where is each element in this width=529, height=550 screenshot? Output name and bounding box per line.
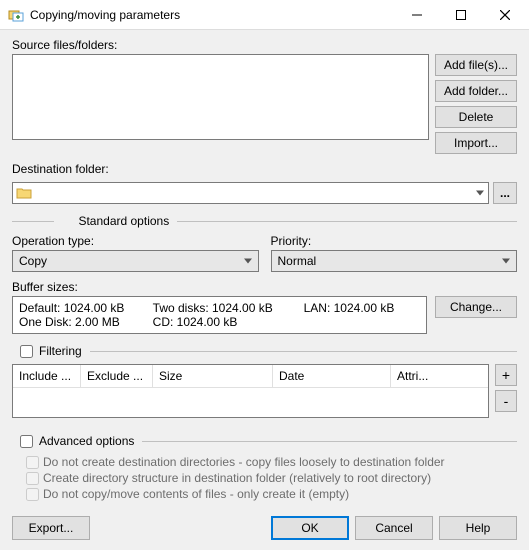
add-folder-button[interactable]: Add folder...	[435, 80, 517, 102]
advanced-header: Advanced options	[12, 434, 517, 448]
minimize-button[interactable]	[395, 1, 439, 29]
window-title: Copying/moving parameters	[30, 8, 395, 22]
chevron-down-icon	[476, 191, 484, 196]
standard-options-header: Standard options	[12, 214, 517, 228]
operation-type-label: Operation type:	[12, 234, 259, 248]
priority-label: Priority:	[271, 234, 518, 248]
chevron-down-icon	[244, 259, 252, 264]
browse-button[interactable]: ...	[493, 182, 517, 204]
filtering-header: Filtering	[12, 344, 517, 358]
adv-opt2-checkbox	[26, 472, 39, 485]
folder-icon	[16, 186, 32, 200]
change-buffer-button[interactable]: Change...	[435, 296, 517, 318]
buffer-sizes-label: Buffer sizes:	[12, 280, 517, 294]
buffer-sizes-box: Default: 1024.00 kB Two disks: 1024.00 k…	[12, 296, 427, 334]
advanced-checkbox[interactable]	[20, 435, 33, 448]
maximize-button[interactable]	[439, 1, 483, 29]
col-date[interactable]: Date	[273, 365, 391, 387]
source-listbox[interactable]	[12, 54, 429, 140]
titlebar: Copying/moving parameters	[0, 0, 529, 30]
ok-button[interactable]: OK	[271, 516, 349, 540]
adv-opt1-checkbox	[26, 456, 39, 469]
col-attri[interactable]: Attri...	[391, 365, 488, 387]
delete-button[interactable]: Delete	[435, 106, 517, 128]
col-include[interactable]: Include ...	[13, 365, 81, 387]
operation-type-select[interactable]: Copy	[12, 250, 259, 272]
export-button[interactable]: Export...	[12, 516, 90, 540]
col-size[interactable]: Size	[153, 365, 273, 387]
help-button[interactable]: Help	[439, 516, 517, 540]
adv-opt1-label: Do not create destination directories - …	[43, 455, 445, 469]
priority-select[interactable]: Normal	[271, 250, 518, 272]
destination-combo[interactable]	[12, 182, 489, 204]
chevron-down-icon	[502, 259, 510, 264]
close-button[interactable]	[483, 1, 527, 29]
remove-filter-button[interactable]: -	[495, 390, 517, 412]
add-filter-button[interactable]: +	[495, 364, 517, 386]
adv-opt2-label: Create directory structure in destinatio…	[43, 471, 431, 485]
cancel-button[interactable]: Cancel	[355, 516, 433, 540]
app-icon	[8, 7, 24, 23]
adv-opt3-label: Do not copy/move contents of files - onl…	[43, 487, 349, 501]
source-label: Source files/folders:	[12, 38, 517, 52]
col-exclude[interactable]: Exclude ...	[81, 365, 153, 387]
filtering-checkbox[interactable]	[20, 345, 33, 358]
filter-table[interactable]: Include ... Exclude ... Size Date Attri.…	[12, 364, 489, 418]
destination-label: Destination folder:	[12, 162, 517, 176]
import-button[interactable]: Import...	[435, 132, 517, 154]
add-files-button[interactable]: Add file(s)...	[435, 54, 517, 76]
adv-opt3-checkbox	[26, 488, 39, 501]
